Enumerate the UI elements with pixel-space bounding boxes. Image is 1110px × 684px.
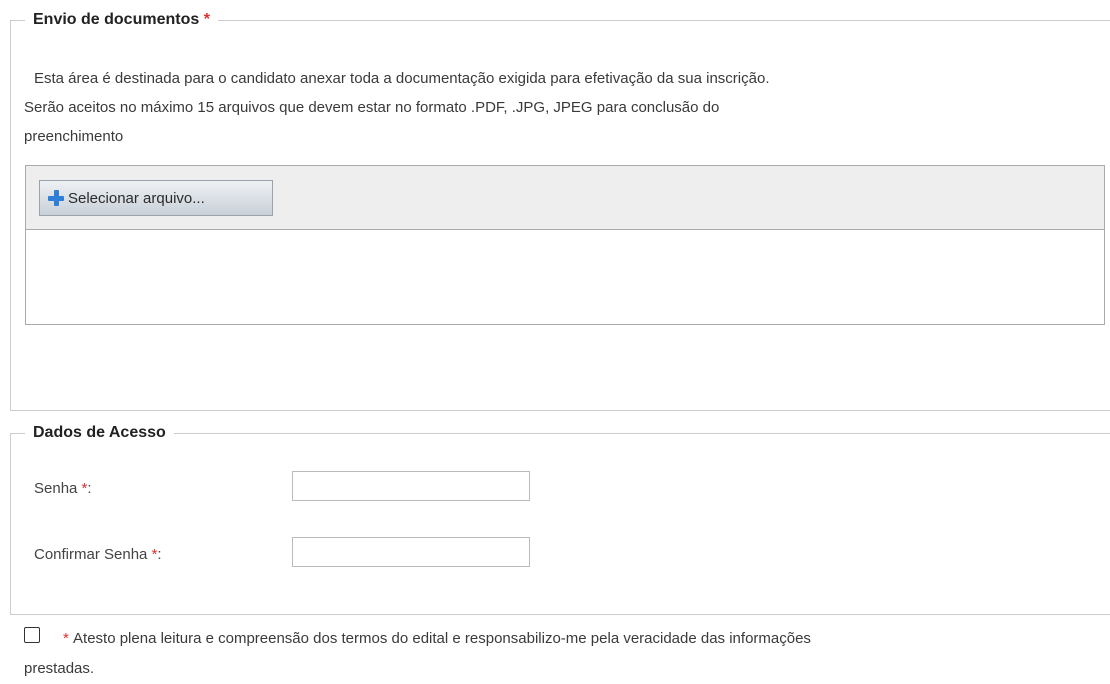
- label-suffix: :: [157, 546, 162, 563]
- required-mark: *: [63, 630, 69, 647]
- description-line-1: Esta área é destinada para o candidato a…: [34, 70, 770, 87]
- description-line-2: Serão aceitos no máximo 15 arquivos que …: [24, 99, 720, 116]
- password-label-text: Senha: [34, 480, 82, 497]
- access-fieldset: Dados de Acesso: [10, 423, 1110, 615]
- documents-legend-text: Envio de documentos: [33, 11, 200, 28]
- consent-line-1-text: Atesto plena leitura e compreensão dos t…: [73, 630, 811, 647]
- upload-toolbar: Selecionar arquivo...: [26, 166, 1104, 230]
- confirm-label-text: Confirmar Senha: [34, 546, 152, 563]
- select-file-button[interactable]: Selecionar arquivo...: [39, 180, 273, 216]
- description-line-3: preenchimento: [24, 128, 124, 145]
- password-label: Senha *:: [34, 480, 92, 497]
- confirm-password-input[interactable]: [292, 537, 530, 567]
- access-legend-text: Dados de Acesso: [33, 424, 166, 441]
- consent-checkbox[interactable]: [24, 627, 40, 643]
- consent-line-1: * Atesto plena leitura e compreensão dos…: [0, 624, 1110, 654]
- label-suffix: :: [87, 480, 92, 497]
- documents-description: Esta área é destinada para o candidato a…: [24, 64, 1104, 151]
- consent-text: * Atesto plena leitura e compreensão dos…: [0, 624, 1110, 684]
- file-upload-area[interactable]: Selecionar arquivo...: [25, 165, 1105, 325]
- select-file-label: Selecionar arquivo...: [68, 189, 205, 207]
- confirm-password-label: Confirmar Senha *:: [34, 546, 162, 563]
- consent-line-2: prestadas.: [24, 660, 95, 677]
- access-legend: Dados de Acesso: [25, 423, 174, 443]
- documents-legend: Envio de documentos *: [25, 10, 218, 30]
- required-mark: *: [203, 11, 210, 28]
- plus-icon: [48, 190, 64, 206]
- password-input[interactable]: [292, 471, 530, 501]
